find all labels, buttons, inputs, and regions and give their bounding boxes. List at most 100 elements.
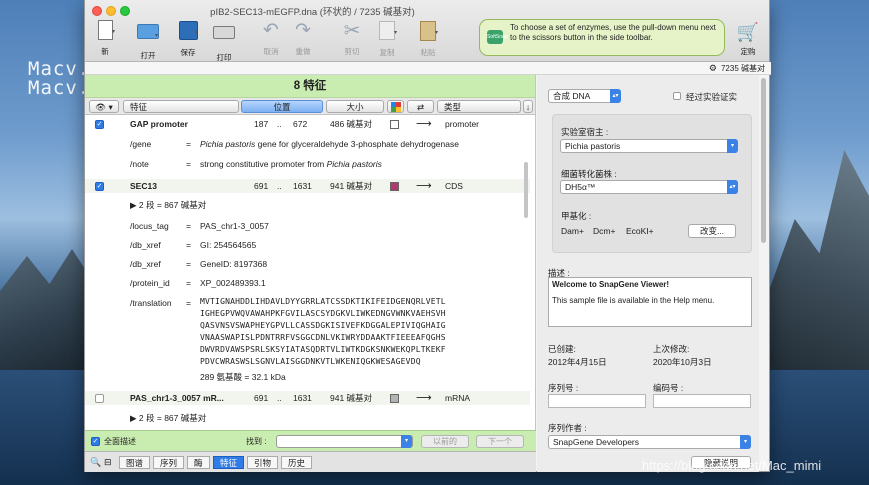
table-row[interactable]: ✓ SEC13 691 .. 1631 941 碱基对 ⟶ CDS — [85, 179, 530, 193]
strain-select[interactable]: DH5α™ ▴▾ — [560, 180, 738, 194]
watermark-url: https://blog.csdn.net/Mac_mimi — [642, 458, 822, 473]
window-title: pIB2-SEC13-mEGFP.dna (环状的 / 7235 碱基对) — [210, 7, 415, 18]
visibility-column-button[interactable]: 👁 ▾ — [89, 100, 119, 113]
redo-button[interactable]: ↷ 重做 — [286, 20, 320, 57]
full-description-label: 全面描述 — [104, 437, 136, 446]
search-icon[interactable]: 🔍 — [90, 457, 101, 468]
panel-toggle-icon[interactable]: ⊟ — [104, 457, 112, 468]
created-date: 2012年4月15日 — [548, 357, 607, 367]
dna-source-select[interactable]: 合成 DNA ▴▾ — [548, 89, 621, 103]
qualifier-row: /db_xref = GeneID: 8197368 — [130, 259, 268, 269]
host-label: 实验室宿主 : — [561, 127, 609, 137]
desktop-mountain-right — [770, 150, 869, 380]
author-label: 序列作者 : — [548, 423, 587, 433]
chevron-down-icon: ▾ — [727, 139, 738, 153]
redo-arrow-icon: ↷ — [295, 20, 311, 41]
find-input[interactable]: ▾ — [276, 435, 413, 448]
disclosure-triangle-icon: ▶ — [130, 200, 137, 210]
qualifier-row: /gene = Pichia pastoris gene for glycera… — [130, 139, 459, 149]
author-select[interactable]: SnapGene Developers ▾ — [548, 435, 751, 449]
info-panel-scrollbar[interactable] — [761, 78, 766, 243]
chevron-down-icon: ▾ — [401, 435, 412, 448]
qualifier-row: /db_xref = GI: 254564565 — [130, 240, 257, 250]
segments-row[interactable]: ▶ 2 段 = 867 碱基对 — [85, 198, 530, 212]
features-count-header: 8 特征 — [85, 75, 535, 98]
new-button[interactable]: ▾ 新 — [88, 20, 122, 57]
segments-row[interactable]: ▶ 2 段 = 867 碱基对 — [85, 411, 530, 425]
tab-sequence[interactable]: 序列 — [153, 456, 185, 469]
shopping-cart-icon: 🛒 — [736, 22, 760, 42]
chevron-down-icon: ▾ — [740, 435, 751, 449]
paste-button[interactable]: ▾ 粘贴 — [411, 20, 445, 58]
forward-arrow-icon: ⟶ — [416, 118, 432, 130]
undo-arrow-icon: ↶ — [263, 20, 279, 41]
tab-history[interactable]: 历史 — [281, 456, 313, 469]
copy-icon — [379, 21, 395, 40]
feature-column-header[interactable]: 特征 — [123, 100, 239, 113]
ecoki-label: EcoKI+ — [626, 226, 654, 236]
dam-label: Dam+ — [561, 226, 584, 236]
printer-icon — [213, 26, 235, 39]
feature-color-swatch[interactable] — [390, 182, 399, 191]
verified-checkbox[interactable] — [673, 92, 681, 100]
previous-button[interactable]: 以前的 — [421, 435, 469, 448]
strain-label: 细菌转化菌株 : — [561, 169, 617, 179]
find-label: 找到 : — [246, 437, 267, 446]
order-button[interactable]: 🛒 定购 — [736, 22, 760, 57]
undo-button[interactable]: ↶ 取消 — [254, 20, 288, 57]
qualifier-row: /locus_tag = PAS_chr1-3_0057 — [130, 221, 269, 231]
location-column-header[interactable]: 位置 — [241, 100, 323, 113]
copy-button[interactable]: ▾ 复制 — [370, 20, 404, 58]
code-field[interactable] — [653, 394, 751, 408]
tab-map[interactable]: 图谱 — [119, 456, 151, 469]
print-button[interactable]: 打印 — [207, 20, 241, 63]
full-description-checkbox[interactable]: ✓ — [91, 437, 100, 446]
eye-icon: 👁 — [95, 102, 107, 112]
modified-label: 上次修改: — [653, 344, 690, 354]
direction-column-header[interactable]: ⇄ — [407, 100, 434, 113]
save-button[interactable]: ▾ 保存 — [171, 20, 205, 58]
feature-checkbox[interactable]: ✓ — [95, 182, 104, 191]
table-row[interactable]: ✓ GAP promoter 187 .. 672 486 碱基对 ⟶ prom… — [85, 117, 530, 131]
created-label: 已创建: — [548, 344, 576, 354]
qualifier-row: /note = strong constitutive promoter fro… — [130, 159, 382, 169]
translation-row: /translation = MVTIGNAHDDLIHDAVLDYYGRRLAT… — [130, 297, 446, 366]
gear-icon[interactable]: ⚙ — [709, 63, 717, 73]
feature-list-scrollbar[interactable] — [524, 162, 528, 218]
next-button[interactable]: 下一个 — [476, 435, 524, 448]
sequence-length: 7235 碱基对 — [720, 64, 765, 73]
clipboard-icon — [420, 21, 436, 41]
size-column-header[interactable]: 大小 — [326, 100, 384, 113]
change-button[interactable]: 改变... — [688, 224, 736, 238]
column-header-bar: 👁 ▾ 特征 位置 大小 ⇄ 类型 ↓ — [85, 98, 535, 115]
feature-list: ✓ GAP promoter 187 .. 672 486 碱基对 ⟶ prom… — [85, 116, 530, 430]
scissors-icon: ✂ — [343, 20, 361, 42]
verified-label: 经过实验证实 — [686, 92, 738, 102]
sort-button[interactable]: ↓ — [523, 100, 533, 113]
new-document-icon — [97, 20, 113, 40]
qualifier-row: /protein_id = XP_002489393.1 — [130, 278, 266, 288]
forward-arrow-icon: ⟶ — [416, 392, 432, 404]
type-column-header[interactable]: 类型 — [437, 100, 521, 113]
tab-enzymes[interactable]: 酶 — [187, 456, 210, 469]
host-settings-group: 实验室宿主 : Pichia pastoris ▾ 细菌转化菌株 : DH5α™ ▴… — [552, 114, 752, 253]
open-button[interactable]: ▾ 打开 — [131, 20, 165, 61]
forward-arrow-icon: ⟶ — [416, 180, 432, 192]
tab-features[interactable]: 特征 — [213, 456, 245, 469]
cut-button[interactable]: ✂ 剪切 — [335, 20, 369, 57]
desktop-mountain-left — [0, 249, 90, 375]
table-row[interactable]: PAS_chr1-3_0057 mR... 691 .. 1631 941 碱基… — [85, 391, 530, 405]
code-label: 编码号 : — [653, 383, 684, 393]
feature-color-swatch[interactable] — [390, 120, 399, 129]
host-select[interactable]: Pichia pastoris ▾ — [560, 139, 738, 153]
feature-checkbox[interactable] — [95, 394, 104, 403]
description-field[interactable]: Welcome to SnapGene Viewer! This sample … — [548, 277, 752, 327]
find-bar: ✓ 全面描述 找到 : ▾ 以前的 下一个 — [85, 430, 536, 451]
serial-field[interactable] — [548, 394, 646, 408]
tip-text: To choose a set of enzymes, use the pull… — [510, 23, 716, 42]
color-column-header[interactable] — [387, 100, 404, 113]
feature-color-swatch[interactable] — [390, 394, 399, 403]
tab-primers[interactable]: 引物 — [247, 456, 279, 469]
tip-bubble: SoftSnap To choose a set of enzymes, use… — [479, 19, 725, 56]
feature-checkbox[interactable]: ✓ — [95, 120, 104, 129]
